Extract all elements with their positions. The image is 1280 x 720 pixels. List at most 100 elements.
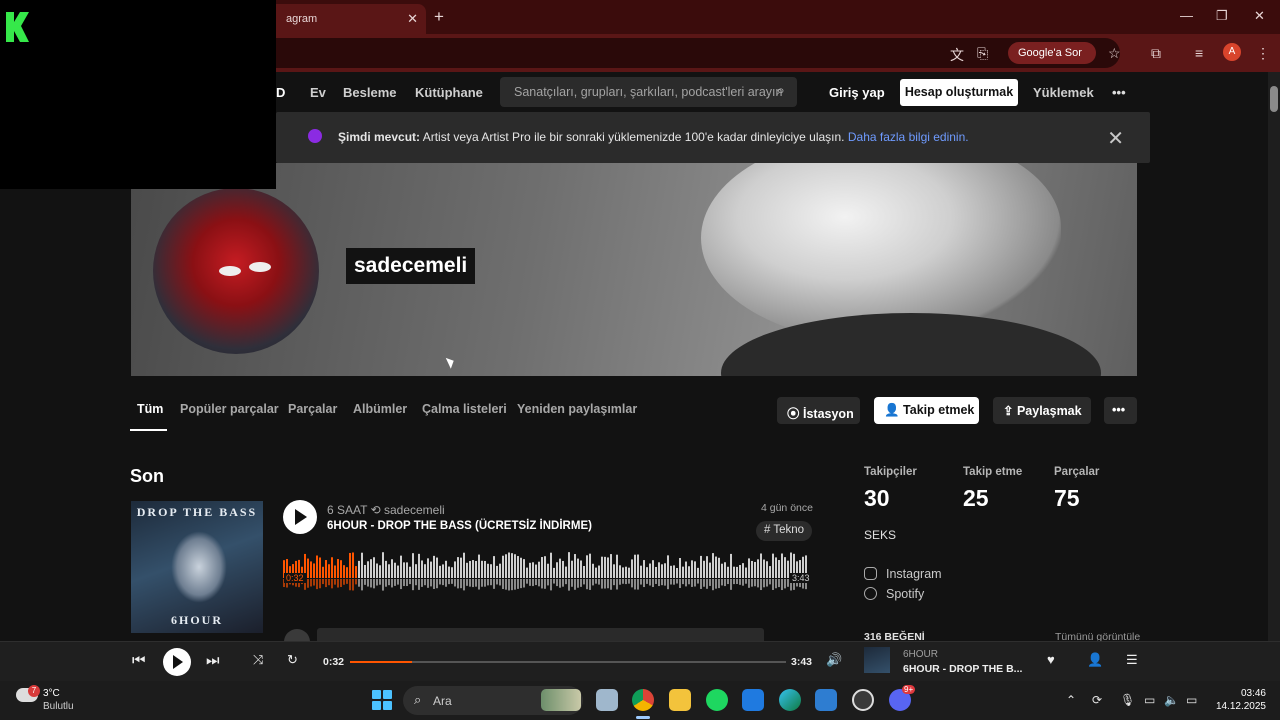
profile-avatar-image[interactable] — [153, 188, 319, 354]
player-progress[interactable] — [350, 661, 786, 663]
taskbar-date[interactable]: 14.12.2025 — [1206, 701, 1266, 712]
address-bar[interactable]: i — [250, 38, 1120, 68]
close-icon[interactable]: ✕ — [1107, 126, 1124, 151]
minimize-icon[interactable]: — — [1180, 8, 1193, 23]
player-play-button[interactable] — [163, 648, 191, 676]
microphone-icon[interactable]: 🎙 — [1120, 693, 1135, 707]
waveform-bar-reflection — [676, 579, 678, 584]
track-cover[interactable]: DROP THE BASS 6HOUR — [131, 501, 263, 633]
logo-fragment[interactable]: D — [276, 85, 285, 100]
bookmark-star-icon[interactable]: ☆ — [1108, 45, 1121, 62]
banner-link[interactable]: Daha fazla bilgi edinin. — [848, 130, 969, 144]
player-track-thumbnail[interactable] — [864, 647, 890, 673]
reposter-name[interactable]: sadecemeli — [384, 503, 445, 517]
next-icon[interactable]: ⏭ — [206, 652, 220, 669]
waveform-bar — [658, 562, 660, 578]
k-logo-icon — [6, 12, 29, 42]
close-tab-icon[interactable]: ✕ — [407, 11, 418, 27]
window-close-icon[interactable]: ✕ — [1254, 8, 1265, 24]
taskbar-time[interactable]: 03:46 — [1216, 688, 1266, 699]
following-count[interactable]: 25 — [963, 485, 989, 512]
page-scrollbar[interactable] — [1268, 72, 1280, 641]
chrome-icon[interactable] — [632, 689, 654, 711]
search-highlight-icon[interactable] — [541, 689, 581, 711]
followers-count[interactable]: 30 — [864, 485, 890, 512]
restore-icon[interactable]: ❐ — [1216, 8, 1228, 24]
tab-popular[interactable]: Popüler parçalar — [180, 402, 279, 416]
waveform-bar — [541, 557, 543, 578]
signup-button[interactable]: Hesap oluşturmak — [900, 79, 1018, 106]
discord-badge: 9+ — [902, 685, 916, 694]
follow-button[interactable]: 👤 Takip etmek — [874, 397, 979, 424]
repeat-icon[interactable]: ↻ — [287, 652, 298, 668]
search-icon[interactable]: ⌕ — [777, 82, 785, 99]
tab-playlists[interactable]: Çalma listeleri — [422, 402, 507, 416]
player-track-title[interactable]: 6HOUR - DROP THE B... — [903, 663, 1022, 675]
speaker-icon[interactable]: 🔈 — [1164, 693, 1179, 707]
nav-feed[interactable]: Besleme — [343, 85, 396, 100]
login-link[interactable]: Giriş yap — [829, 85, 885, 100]
extensions-icon[interactable]: ⧉ — [1151, 45, 1161, 62]
more-icon[interactable]: ••• — [1112, 85, 1126, 100]
profile-avatar[interactable]: A — [1223, 43, 1241, 61]
battery-icon[interactable]: ▭ — [1186, 693, 1197, 707]
waveform-bar — [775, 557, 777, 578]
tracks-count[interactable]: 75 — [1054, 485, 1080, 512]
nav-library[interactable]: Kütüphane — [415, 85, 483, 100]
shuffle-icon[interactable]: ⤨ — [253, 652, 263, 668]
network-icon[interactable]: ▭ — [1144, 693, 1155, 707]
ask-google-button[interactable]: Google'a Sor — [1008, 42, 1096, 64]
tray-chevron-icon[interactable]: ⌃ — [1066, 693, 1076, 707]
store-icon[interactable] — [742, 689, 764, 711]
waveform-bar — [397, 565, 399, 578]
player-artist[interactable]: 6HOUR — [903, 649, 938, 660]
waveform-bar-reflection — [451, 579, 453, 584]
view-all-link[interactable]: Tümünü görüntüle — [1055, 631, 1140, 641]
more-options-button[interactable]: ••• — [1104, 397, 1137, 424]
steam-icon[interactable] — [852, 689, 874, 711]
waveform[interactable] — [283, 552, 810, 598]
menu-kebab-icon[interactable]: ⋮ — [1256, 45, 1270, 62]
cover-art-figure — [171, 531, 227, 603]
waveform-bar-reflection — [322, 579, 324, 585]
genre-tag[interactable]: # Tekno — [756, 521, 813, 541]
upload-link[interactable]: Yüklemek — [1033, 85, 1094, 100]
share-button[interactable]: ⇪ Paylaşmak — [993, 397, 1091, 424]
app-icon[interactable] — [815, 689, 837, 711]
nav-home[interactable]: Ev — [310, 85, 326, 100]
track-play-button[interactable] — [283, 500, 317, 534]
follow-user-icon[interactable]: 👤 — [1087, 652, 1103, 668]
waveform-bar-reflection — [739, 579, 741, 585]
tab-tracks[interactable]: Parçalar — [288, 402, 337, 416]
queue-icon[interactable]: ☰ — [1126, 652, 1138, 668]
install-app-icon[interactable]: ⎘ — [977, 45, 988, 62]
media-control-icon[interactable]: ≡ — [1195, 45, 1203, 61]
waveform-bar — [481, 560, 483, 578]
weather-condition[interactable]: Bulutlu — [43, 701, 74, 712]
previous-icon[interactable]: ⏮ — [132, 652, 146, 669]
track-title[interactable]: 6HOUR - DROP THE BASS (ÜCRETSİZ İNDİRME) — [327, 520, 592, 532]
tab-all[interactable]: Tüm — [137, 402, 163, 416]
station-button[interactable]: ⦿ İstasyon — [777, 397, 860, 424]
scrollbar-thumb[interactable] — [1270, 86, 1278, 112]
volume-icon[interactable]: 🔊 — [826, 652, 842, 668]
windows-start-icon[interactable] — [372, 690, 392, 710]
tab-albums[interactable]: Albümler — [353, 402, 407, 416]
file-explorer-icon[interactable] — [669, 689, 691, 711]
search-input[interactable]: Sanatçıları, grupları, şarkıları, podcas… — [500, 77, 797, 107]
waveform-bar — [613, 564, 615, 578]
spotify-app-icon[interactable] — [706, 689, 728, 711]
like-heart-icon[interactable]: ♥ — [1047, 652, 1055, 667]
translate-icon[interactable]: 文 — [950, 45, 964, 65]
edge-icon[interactable] — [779, 689, 801, 711]
waveform-bar — [535, 564, 537, 578]
new-tab-icon[interactable]: + — [434, 7, 444, 27]
instagram-link[interactable]: Instagram — [864, 567, 942, 581]
sync-icon[interactable]: ⟳ — [1092, 693, 1102, 707]
task-view-icon[interactable] — [596, 689, 618, 711]
comment-input[interactable] — [317, 628, 764, 641]
tab-reposts[interactable]: Yeniden paylaşımlar — [517, 402, 637, 416]
track-artist[interactable]: 6 SAAT — [327, 503, 367, 517]
spotify-link[interactable]: Spotify — [864, 587, 924, 601]
weather-temp[interactable]: 3°C — [43, 688, 60, 699]
